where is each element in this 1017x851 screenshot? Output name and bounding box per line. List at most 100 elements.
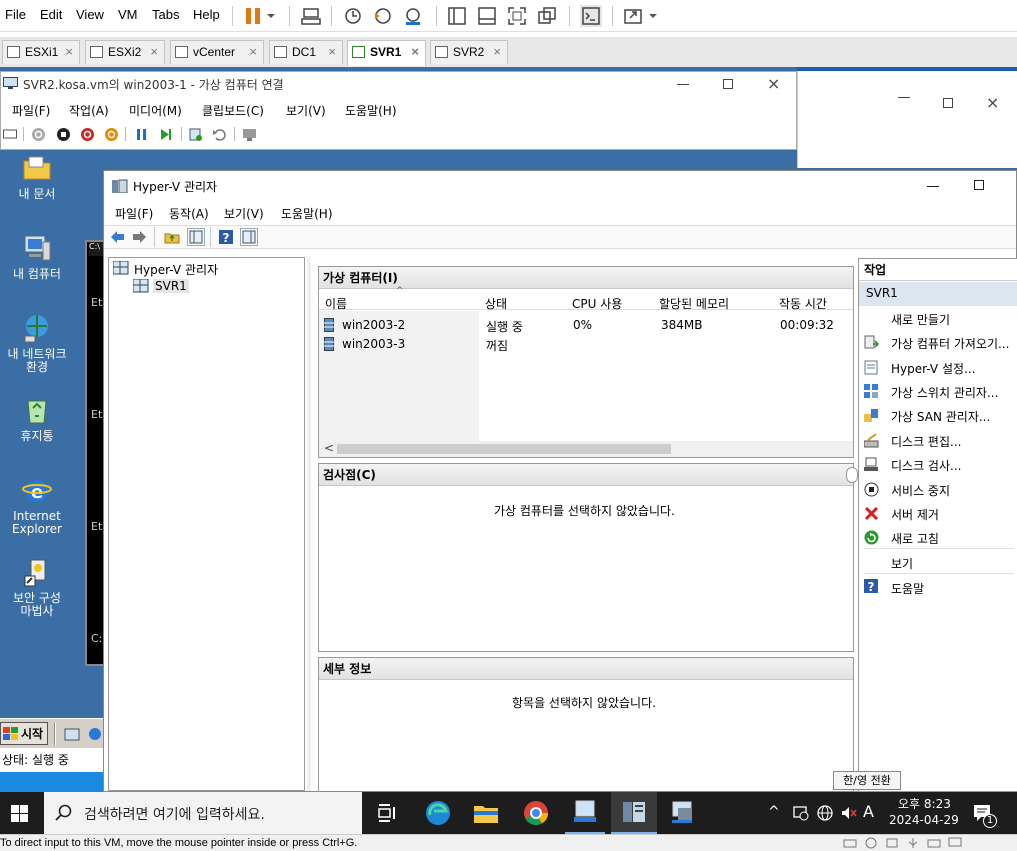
action-remove-server[interactable]: 서버 제거 — [891, 506, 939, 523]
terminal-icon[interactable] — [580, 5, 602, 27]
snapshot-manager-icon[interactable] — [402, 5, 424, 27]
network-globe-icon[interactable] — [817, 805, 833, 821]
menu-view[interactable]: 보기(V) — [224, 205, 264, 222]
minimize-icon[interactable] — [927, 186, 939, 187]
menu-action[interactable]: 동작(A) — [169, 205, 209, 222]
sound-card-icon[interactable] — [927, 837, 941, 849]
enhanced-session-icon[interactable] — [242, 127, 257, 142]
usb-icon[interactable] — [906, 837, 920, 849]
chevron-down-icon[interactable] — [264, 5, 278, 27]
forward-arrow-icon[interactable] — [132, 229, 148, 245]
fullscreen-icon[interactable] — [506, 5, 528, 27]
close-icon[interactable]: × — [328, 41, 336, 63]
menu-help[interactable]: 도움말(H) — [345, 102, 397, 119]
menu-help[interactable]: Help — [193, 7, 220, 22]
taskbar-app-hyperv-manager[interactable] — [611, 792, 657, 834]
tree-item-svr1[interactable]: SVR1 — [153, 279, 189, 293]
volume-muted-icon[interactable] — [841, 805, 857, 821]
tree-item-root[interactable]: Hyper-V 관리자 — [134, 261, 218, 278]
menu-file[interactable]: File — [5, 7, 26, 22]
menu-view[interactable]: View — [76, 7, 104, 22]
file-explorer-icon[interactable] — [473, 800, 499, 826]
desktop-icon-security-wizard[interactable]: 보안 구성 마법사 — [2, 556, 72, 618]
up-folder-icon[interactable] — [164, 229, 180, 245]
tab-vcenter[interactable]: vCenter × — [170, 40, 264, 64]
menu-edit[interactable]: Edit — [40, 7, 62, 22]
display-icon[interactable] — [948, 837, 962, 849]
save-state-icon[interactable] — [104, 127, 119, 142]
send-ctrl-alt-del-icon[interactable] — [300, 5, 322, 27]
tab-svr2[interactable]: SVR2 × — [430, 40, 508, 64]
checkpoint-icon[interactable] — [188, 127, 203, 142]
cd-drive-icon[interactable] — [864, 837, 878, 849]
unity-icon[interactable] — [536, 5, 558, 27]
pause-icon[interactable] — [242, 5, 264, 27]
table-row[interactable]: win2003-3 꺼짐 — [319, 335, 853, 354]
close-icon[interactable]: × — [986, 93, 999, 112]
menu-file[interactable]: 파일(F) — [12, 102, 50, 119]
desktop-icon-internet-explorer[interactable]: e Internet Explorer — [2, 474, 72, 536]
scroll-left-icon[interactable]: < — [324, 441, 334, 455]
console-view-icon[interactable] — [476, 5, 498, 27]
collapse-pane-button[interactable] — [846, 467, 858, 483]
desktop-icon-network-places[interactable]: 내 네트워크 환경 — [2, 312, 72, 374]
back-arrow-icon[interactable] — [109, 229, 125, 245]
search-box[interactable]: 검색하려면 여기에 입력하세요. — [44, 792, 362, 834]
minimize-icon[interactable] — [898, 97, 910, 98]
column-header-state[interactable]: 상태 — [485, 295, 507, 312]
column-header-cpu[interactable]: CPU 사용 — [572, 295, 622, 312]
pause-icon[interactable] — [134, 127, 149, 142]
windows-start-icon[interactable] — [11, 805, 28, 822]
menu-help[interactable]: 도움말(H) — [281, 205, 333, 222]
chevron-up-icon[interactable]: ^ — [768, 804, 780, 820]
chrome-icon[interactable] — [522, 799, 550, 827]
action-inspect-disk[interactable]: 디스크 검사... — [891, 457, 961, 474]
hard-disk-icon[interactable] — [843, 837, 857, 849]
action-view[interactable]: 보기 — [891, 555, 913, 572]
action-help[interactable]: 도움말 — [891, 580, 924, 597]
action-import-vm[interactable]: 가상 컴퓨터 가져오기... — [891, 335, 1009, 352]
maximize-icon[interactable] — [723, 79, 733, 89]
desktop-icon-my-computer[interactable]: 내 컴퓨터 — [2, 232, 72, 281]
show-hide-action-pane-icon[interactable] — [240, 228, 258, 246]
maximize-icon[interactable] — [974, 180, 984, 190]
menu-action[interactable]: 작업(A) — [69, 102, 109, 119]
ime-mode-indicator[interactable]: A — [863, 802, 874, 821]
close-icon[interactable]: × — [249, 41, 257, 63]
reset-icon[interactable] — [158, 127, 173, 142]
sidebar-view-icon[interactable] — [446, 5, 468, 27]
menu-view[interactable]: 보기(V) — [286, 102, 326, 119]
show-hide-tree-icon[interactable] — [187, 228, 205, 246]
scrollbar-thumb[interactable] — [337, 444, 671, 454]
action-virtual-san-manager[interactable]: 가상 SAN 관리자... — [891, 408, 990, 425]
column-header-uptime[interactable]: 작동 시간 — [779, 295, 827, 312]
remote-desktop-icon[interactable] — [793, 805, 809, 821]
start-icon[interactable] — [31, 127, 46, 142]
menu-tabs[interactable]: Tabs — [152, 7, 179, 22]
close-icon[interactable]: × — [150, 41, 158, 63]
revert-icon[interactable] — [212, 127, 227, 142]
action-virtual-switch-manager[interactable]: 가상 스위치 관리자... — [891, 384, 998, 401]
menu-media[interactable]: 미디어(M) — [129, 102, 182, 119]
action-edit-disk[interactable]: 디스크 편집... — [891, 433, 961, 450]
menu-vm[interactable]: VM — [118, 7, 138, 22]
start-button[interactable]: 시작 — [0, 722, 48, 745]
close-icon[interactable]: × — [493, 41, 501, 63]
turn-off-icon[interactable] — [56, 127, 71, 142]
close-icon[interactable]: × — [767, 74, 780, 93]
snapshot-icon[interactable] — [342, 5, 364, 27]
horizontal-scrollbar[interactable]: < — [319, 441, 853, 457]
action-hyperv-settings[interactable]: Hyper-V 설정... — [891, 360, 975, 377]
help-icon[interactable]: ? — [218, 229, 234, 245]
column-header-memory[interactable]: 할당된 메모리 — [659, 295, 729, 312]
table-row[interactable]: win2003-2 실행 중 0% 384MB 00:09:32 — [319, 316, 853, 335]
desktop-icon-recycle-bin[interactable]: 휴지통 — [2, 394, 72, 443]
close-icon[interactable]: × — [65, 41, 73, 63]
taskbar-app-hyperv-connection[interactable] — [565, 792, 605, 834]
stretch-icon[interactable] — [622, 5, 644, 27]
maximize-icon[interactable] — [943, 98, 953, 108]
chevron-down-icon[interactable] — [646, 5, 660, 27]
actions-group-svr1[interactable]: SVR1 — [859, 282, 1017, 306]
action-new[interactable]: 새로 만들기 — [891, 311, 950, 328]
quick-launch-icon[interactable] — [64, 726, 80, 742]
